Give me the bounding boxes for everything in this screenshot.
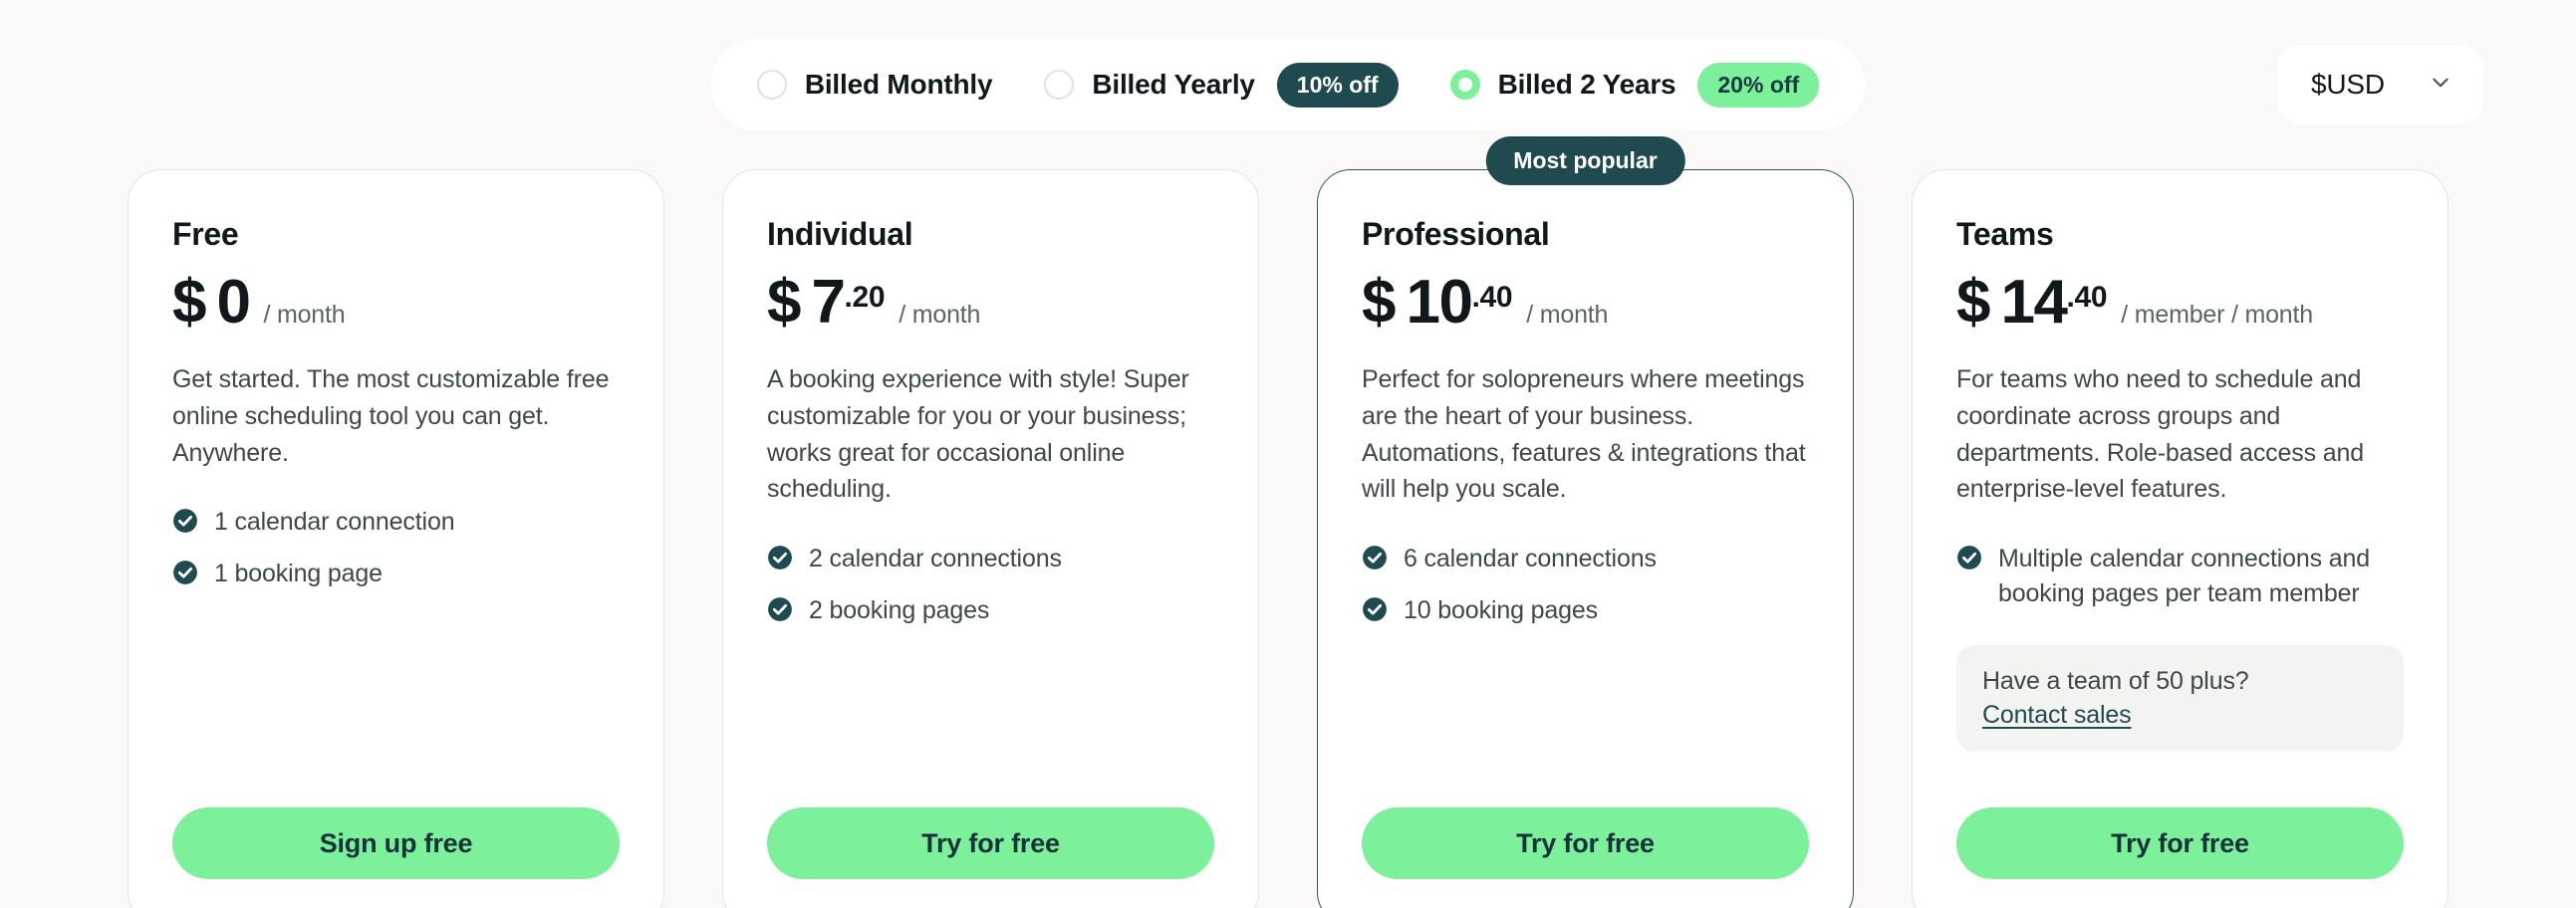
plan-description: Perfect for solopreneurs where meetings … — [1362, 365, 1806, 504]
check-circle-icon — [1362, 596, 1388, 627]
feature-item: 2 calendar connections — [767, 542, 1214, 576]
plan-price: $10.40 / month — [1362, 267, 1809, 338]
plan-description: For teams who need to schedule and coord… — [1956, 365, 2365, 504]
currency-symbol: $ — [1362, 268, 1396, 337]
pricing-topbar: Billed Monthly Billed Yearly 10% off Billed… — [0, 0, 2576, 169]
radio-unselected-icon[interactable] — [756, 70, 787, 100]
plan-name: Teams — [1956, 216, 2054, 252]
plan-description: A booking experience with style! Super c… — [767, 365, 1189, 504]
check-circle-icon — [767, 545, 793, 575]
plan-name: Individual — [767, 216, 913, 252]
feature-label: 2 booking pages — [809, 595, 990, 624]
price-period: / month — [899, 301, 981, 329]
currency-symbol: $ — [1956, 268, 1990, 337]
feature-list: 6 calendar connections 10 booking pages — [1362, 542, 1809, 644]
price-cents: .20 — [844, 281, 886, 314]
card-body: Professional $10.40 / month Perfect for sol… — [1317, 169, 1854, 908]
feature-item: 10 booking pages — [1362, 593, 1809, 628]
contact-sales-question: Have a team of 50 plus? — [1982, 667, 2249, 695]
feature-list: 2 calendar connections 2 booking pages — [767, 542, 1214, 644]
feature-item: 2 booking pages — [767, 593, 1214, 628]
cta-button[interactable]: Sign up free — [172, 807, 620, 879]
pricing-card-professional: Most popular Professional $10.40 / month Per… — [1317, 136, 1854, 908]
pricing-card-teams: Teams $14.40 / member / month For teams who… — [1912, 169, 2448, 908]
feature-label: 2 calendar connections — [809, 545, 1062, 572]
pricing-cards: Free $0 / month Get started. The most custo… — [0, 136, 2576, 908]
currency-value: $USD — [2311, 69, 2385, 100]
pricing-card-free: Free $0 / month Get started. The most custo… — [128, 169, 664, 908]
billing-option-label: Billed Monthly — [804, 69, 993, 100]
billing-option-2[interactable]: Billed 2 Years 20% off — [1449, 62, 1820, 108]
plan-price: $0 / month — [172, 267, 620, 338]
billing-option-1[interactable]: Billed Yearly 10% off — [1044, 62, 1399, 108]
plan-price: $7.20 / month — [767, 267, 1214, 338]
card-body: Individual $7.20 / month A booking experien… — [722, 169, 1259, 908]
currency-symbol: $ — [767, 268, 801, 337]
feature-label: 6 calendar connections — [1404, 545, 1657, 572]
cta-button[interactable]: Try for free — [767, 807, 1214, 879]
price-integer: 10 — [1406, 268, 1472, 337]
pricing-card-individual: Individual $7.20 / month A booking experien… — [722, 169, 1259, 908]
discount-badge: 10% off — [1276, 62, 1399, 108]
billing-option-0[interactable]: Billed Monthly — [756, 69, 993, 101]
radio-selected-icon[interactable] — [1449, 70, 1480, 100]
price-integer: 0 — [216, 268, 250, 337]
feature-list: Multiple calendar connections and bookin… — [1956, 542, 2404, 627]
price-integer: 7 — [811, 268, 845, 337]
check-circle-icon — [1956, 545, 1982, 575]
contact-sales-box: Have a team of 50 plus? Contact sales — [1956, 645, 2404, 752]
plan-description: Get started. The most customizable free … — [172, 365, 610, 467]
plan-name: Professional — [1362, 216, 1550, 252]
most-popular-badge: Most popular — [1485, 136, 1685, 185]
feature-list: 1 calendar connection 1 booking page — [172, 505, 620, 607]
contact-sales-link[interactable]: Contact sales — [1982, 701, 2132, 730]
card-body: Teams $14.40 / member / month For teams who… — [1912, 169, 2448, 908]
billing-option-label: Billed 2 Years — [1497, 69, 1676, 100]
feature-label: 1 booking page — [214, 559, 383, 587]
discount-badge: 20% off — [1697, 62, 1820, 108]
feature-item: Multiple calendar connections and bookin… — [1956, 542, 2404, 610]
check-circle-icon — [1362, 545, 1388, 575]
price-cents: .40 — [1471, 281, 1513, 314]
price-integer: 14 — [2000, 268, 2067, 337]
card-body: Free $0 / month Get started. The most custo… — [128, 169, 664, 908]
check-circle-icon — [767, 596, 793, 627]
plan-name: Free — [172, 216, 239, 252]
price-period: / month — [1526, 301, 1609, 329]
billing-option-label: Billed Yearly — [1092, 69, 1255, 100]
radio-unselected-icon[interactable] — [1044, 70, 1075, 100]
currency-symbol: $ — [172, 268, 206, 337]
price-period: / member / month — [2121, 301, 2313, 329]
chevron-down-icon — [2428, 70, 2453, 101]
cta-button[interactable]: Try for free — [1362, 807, 1809, 879]
feature-item: 1 booking page — [172, 557, 620, 591]
price-period: / month — [263, 301, 346, 329]
feature-label: 10 booking pages — [1404, 595, 1598, 624]
currency-selector[interactable]: $USD — [2277, 45, 2483, 124]
check-circle-icon — [172, 508, 198, 539]
feature-item: 1 calendar connection — [172, 505, 620, 540]
feature-label: 1 calendar connection — [214, 508, 455, 537]
billing-period-toggle[interactable]: Billed Monthly Billed Yearly 10% off Billed… — [710, 39, 1866, 130]
cta-button[interactable]: Try for free — [1956, 807, 2404, 879]
check-circle-icon — [172, 560, 198, 590]
feature-label: Multiple calendar connections and bookin… — [1998, 545, 2371, 607]
plan-price: $14.40 / member / month — [1956, 267, 2404, 338]
feature-item: 6 calendar connections — [1362, 542, 1809, 576]
price-cents: .40 — [2066, 281, 2108, 314]
